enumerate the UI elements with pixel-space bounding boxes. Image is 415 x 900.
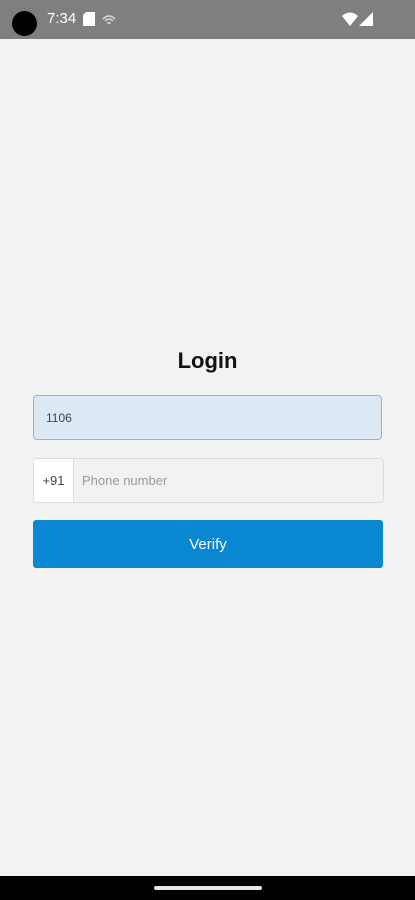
phone-number-input[interactable]: [74, 459, 383, 502]
home-indicator[interactable]: [154, 886, 262, 890]
verify-button[interactable]: Verify: [33, 520, 383, 568]
country-code-prefix: +91: [34, 459, 74, 502]
code-input[interactable]: [33, 395, 382, 440]
status-time: 7:34: [47, 10, 77, 27]
camera-cutout: [12, 11, 37, 36]
nav-bar: [0, 876, 415, 900]
sync-icon: [102, 13, 116, 31]
wifi-icon: [342, 12, 358, 31]
sd-card-icon: [83, 12, 95, 31]
cell-signal-icon: [359, 12, 373, 31]
phone-field-group: +91: [33, 458, 384, 503]
status-bar: 7:34: [0, 0, 415, 39]
page-title: Login: [177, 348, 238, 373]
